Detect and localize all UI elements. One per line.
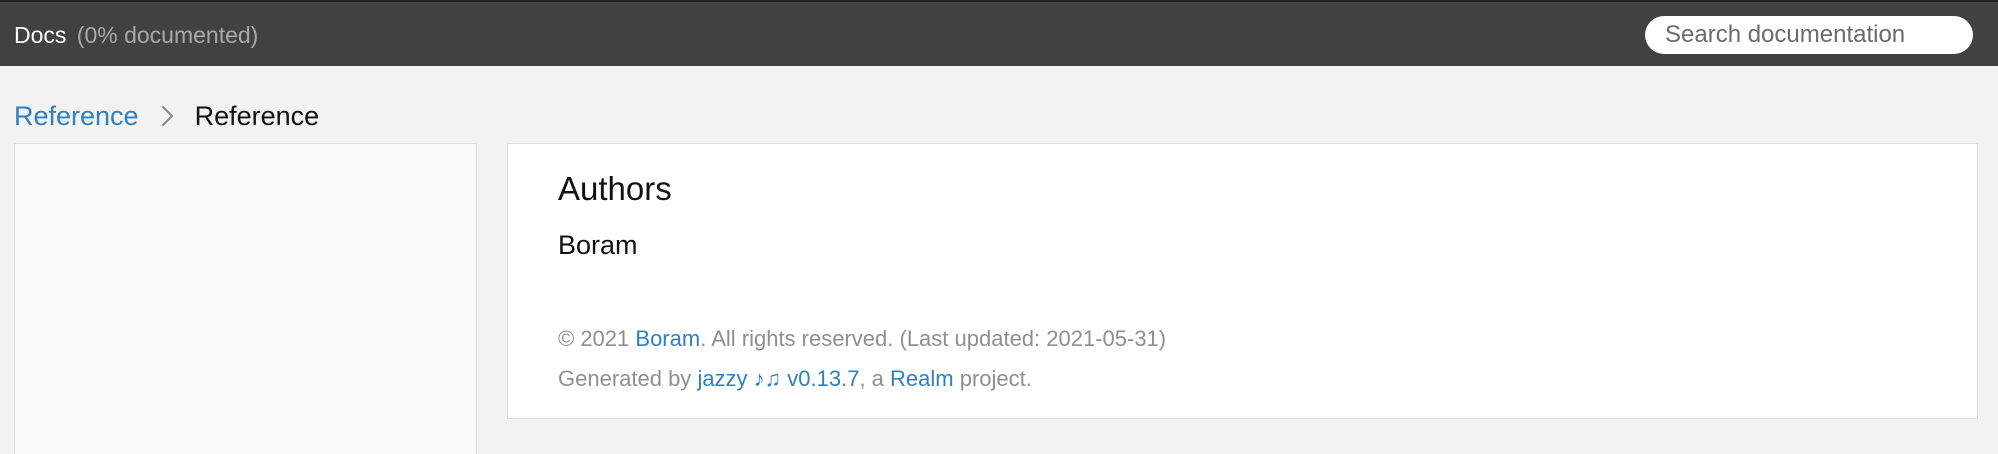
main-content: Authors Boram © 2021 Boram. All rights r… xyxy=(507,143,1978,419)
top-header: Docs (0% documented) xyxy=(0,0,1998,66)
sidebar-nav xyxy=(14,143,477,454)
page-title: Authors xyxy=(558,170,672,207)
generated-suffix: project. xyxy=(953,366,1032,391)
generated-middle: , a xyxy=(859,366,891,391)
copyright-prefix: © 2021 xyxy=(558,326,636,351)
breadcrumb-link-reference[interactable]: Reference xyxy=(14,101,139,132)
documentation-coverage: (0% documented) xyxy=(76,22,259,48)
search-input[interactable] xyxy=(1645,16,1973,54)
chevron-right-icon xyxy=(161,105,173,127)
breadcrumb: Reference Reference xyxy=(14,98,319,134)
search-box xyxy=(1645,16,1973,54)
author-name: Boram xyxy=(558,230,638,260)
jazzy-link[interactable]: jazzy ♪♫ v0.13.7 xyxy=(697,366,859,391)
breadcrumb-current: Reference xyxy=(194,100,320,131)
docs-home-link[interactable]: Docs xyxy=(14,22,66,48)
author-link[interactable]: Boram xyxy=(635,326,700,351)
copyright-line: © 2021 Boram. All rights reserved. (Last… xyxy=(558,325,1166,353)
generated-by-line: Generated by jazzy ♪♫ v0.13.7, a Realm p… xyxy=(558,365,1032,393)
generated-prefix: Generated by xyxy=(558,366,698,391)
header-title: Docs (0% documented) xyxy=(14,20,258,50)
realm-link[interactable]: Realm xyxy=(890,366,954,391)
copyright-suffix: . All rights reserved. (Last updated: 20… xyxy=(700,326,1167,351)
